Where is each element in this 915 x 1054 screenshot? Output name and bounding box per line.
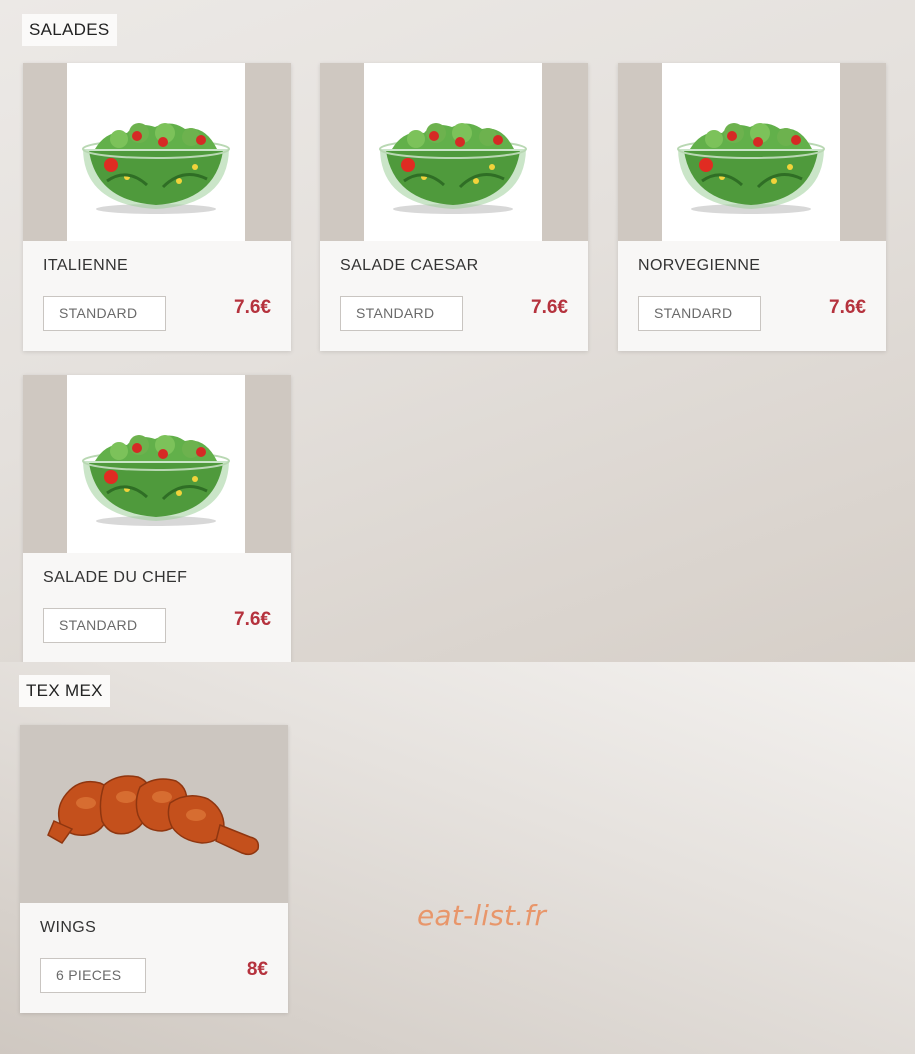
salad-bowl-image xyxy=(676,121,826,216)
product-info: SALADE CAESAR STANDARD 7.6€ xyxy=(320,241,588,351)
salad-bowl-image xyxy=(81,121,231,216)
product-card[interactable]: SALADE DU CHEF STANDARD 7.6€ xyxy=(23,375,291,663)
product-info: ITALIENNE STANDARD 7.6€ xyxy=(23,241,291,351)
product-price: 7.6€ xyxy=(531,297,568,318)
salad-bowl-image xyxy=(378,121,528,216)
product-image-frame xyxy=(618,63,886,241)
variant-button[interactable]: STANDARD xyxy=(638,296,761,331)
product-name: ITALIENNE xyxy=(43,257,129,274)
product-image-frame xyxy=(20,725,288,903)
product-card[interactable]: SALADE CAESAR STANDARD 7.6€ xyxy=(320,63,588,351)
chicken-wings-image xyxy=(47,775,260,856)
salad-bowl-image xyxy=(81,433,231,528)
variant-button[interactable]: STANDARD xyxy=(43,296,166,331)
product-card[interactable]: WINGS 6 PIECES 8€ xyxy=(20,725,288,1013)
product-card[interactable]: NORVEGIENNE STANDARD 7.6€ xyxy=(618,63,886,351)
section-salades: SALADES ITALIENNE STANDARD 7.6€ SALADE C… xyxy=(0,0,915,663)
product-price: 7.6€ xyxy=(234,609,271,630)
product-price: 7.6€ xyxy=(829,297,866,318)
variant-button[interactable]: STANDARD xyxy=(340,296,463,331)
product-image-frame xyxy=(320,63,588,241)
variant-button[interactable]: STANDARD xyxy=(43,608,166,643)
product-info: NORVEGIENNE STANDARD 7.6€ xyxy=(618,241,886,351)
watermark-text: eat-list.fr xyxy=(417,899,547,932)
product-image-frame xyxy=(23,375,291,553)
product-image-frame xyxy=(23,63,291,241)
section-tex-mex: TEX MEX WINGS 6 PIECES 8€ xyxy=(0,662,915,1054)
product-name: NORVEGIENNE xyxy=(638,257,761,274)
product-info: SALADE DU CHEF STANDARD 7.6€ xyxy=(23,553,291,663)
section-title: SALADES xyxy=(22,14,117,46)
product-price: 8€ xyxy=(246,959,268,980)
product-name: WINGS xyxy=(40,919,97,936)
section-title: TEX MEX xyxy=(19,675,110,707)
variant-button[interactable]: 6 PIECES xyxy=(40,958,146,993)
product-card[interactable]: ITALIENNE STANDARD 7.6€ xyxy=(23,63,291,351)
product-price: 7.6€ xyxy=(234,297,271,318)
product-info: WINGS 6 PIECES 8€ xyxy=(20,903,288,1013)
product-name: SALADE CAESAR xyxy=(340,257,479,274)
product-name: SALADE DU CHEF xyxy=(43,569,188,586)
